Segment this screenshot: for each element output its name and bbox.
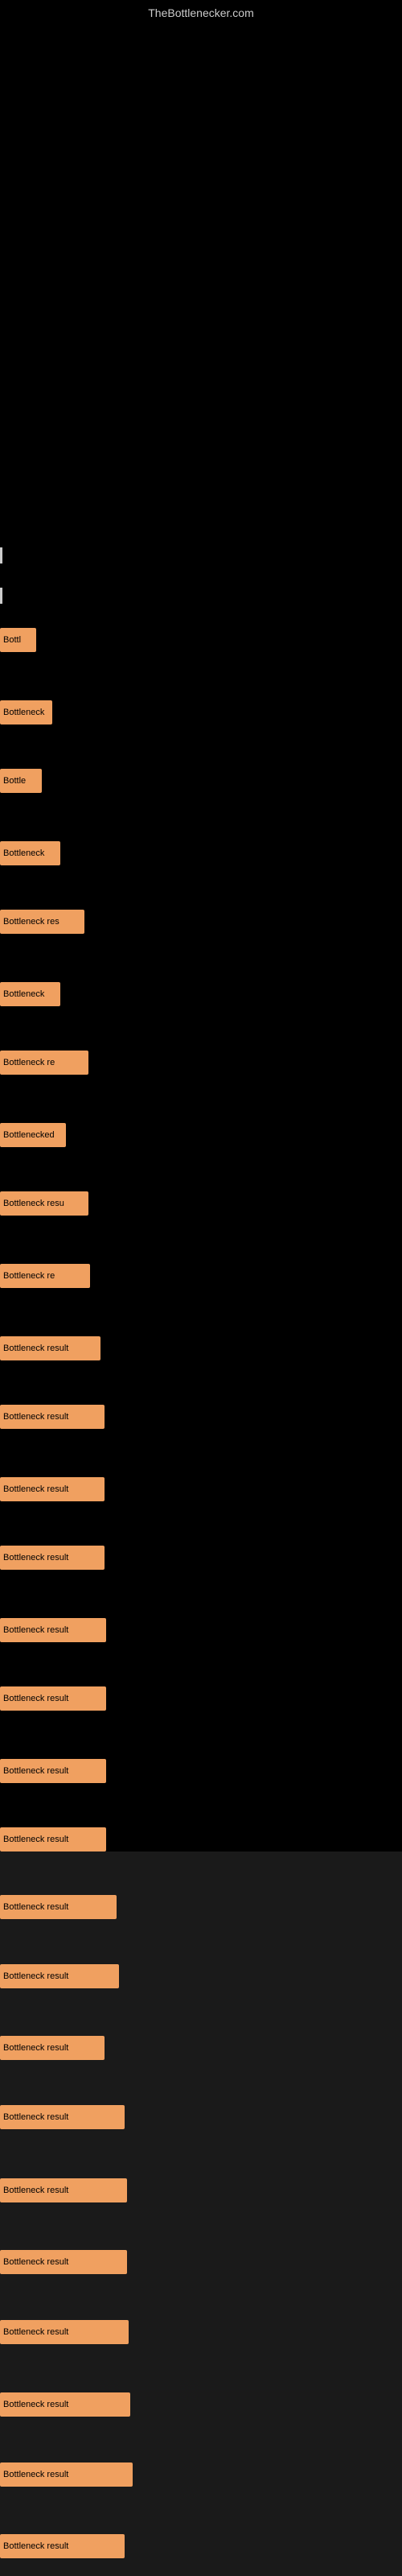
bottleneck-result-9: Bottleneck re — [0, 1264, 90, 1288]
bottleneck-result-12: Bottleneck result — [0, 1477, 105, 1501]
bottleneck-result-3: Bottleneck — [0, 841, 60, 865]
bottleneck-result-13: Bottleneck result — [0, 1546, 105, 1570]
bottleneck-result-19: Bottleneck result — [0, 1964, 119, 1988]
bottleneck-result-18: Bottleneck result — [0, 1895, 117, 1919]
bottleneck-result-21: Bottleneck result — [0, 2105, 125, 2129]
bottleneck-result-5: Bottleneck — [0, 982, 60, 1006]
bottleneck-result-20: Bottleneck result — [0, 2036, 105, 2060]
bottleneck-result-24: Bottleneck result — [0, 2320, 129, 2344]
bottleneck-result-23: Bottleneck result — [0, 2250, 127, 2274]
bottleneck-result-11: Bottleneck result — [0, 1405, 105, 1429]
bottleneck-result-4: Bottleneck res — [0, 910, 84, 934]
site-title: TheBottlenecker.com — [148, 6, 254, 19]
bottleneck-result-0: Bottl — [0, 628, 36, 652]
bottleneck-result-15: Bottleneck result — [0, 1686, 106, 1711]
bottleneck-result-1: Bottleneck — [0, 700, 52, 724]
bottleneck-result-8: Bottleneck resu — [0, 1191, 88, 1216]
cursor-line-0 — [0, 547, 2, 564]
bottleneck-result-22: Bottleneck result — [0, 2178, 127, 2202]
bottleneck-result-17: Bottleneck result — [0, 1827, 106, 1852]
bottleneck-result-26: Bottleneck result — [0, 2462, 133, 2487]
bottleneck-result-10: Bottleneck result — [0, 1336, 100, 1360]
bottleneck-result-14: Bottleneck result — [0, 1618, 106, 1642]
bottleneck-result-25: Bottleneck result — [0, 2392, 130, 2417]
bottleneck-result-7: Bottlenecked — [0, 1123, 66, 1147]
bottleneck-result-6: Bottleneck re — [0, 1051, 88, 1075]
cursor-line-1 — [0, 588, 2, 604]
bottleneck-result-16: Bottleneck result — [0, 1759, 106, 1783]
bottleneck-result-27: Bottleneck result — [0, 2534, 125, 2558]
bottleneck-result-2: Bottle — [0, 769, 42, 793]
